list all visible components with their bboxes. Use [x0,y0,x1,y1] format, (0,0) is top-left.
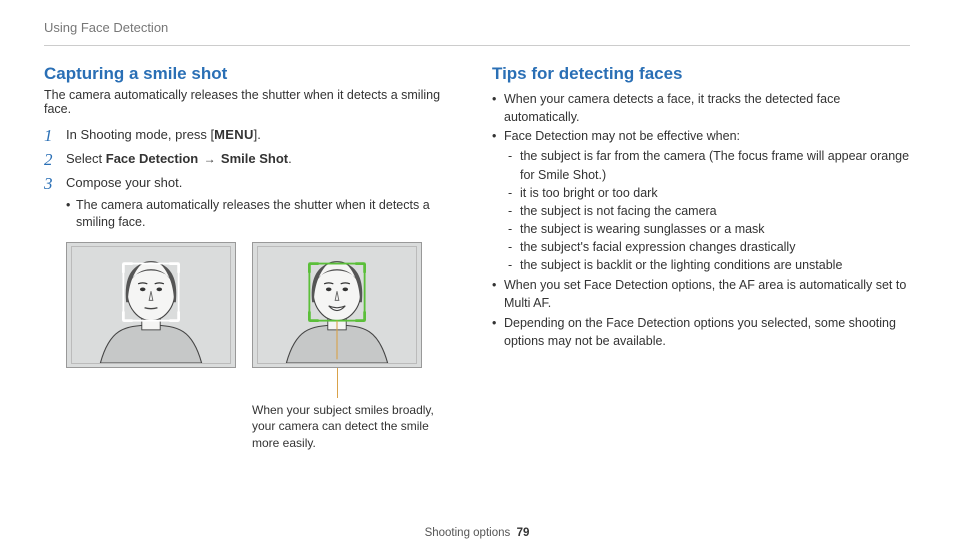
tip-1: When your camera detects a face, it trac… [492,90,910,126]
breadcrumb: Using Face Detection [44,20,910,35]
right-title: Tips for detecting faces [492,64,910,84]
step1-suffix: ]. [254,127,261,142]
step1-prefix: In Shooting mode, press [ [66,127,214,142]
figure-caption: When your subject smiles broadly, your c… [252,402,452,452]
figures-row: When your subject smiles broadly, your c… [66,242,462,452]
tip-3: When you set Face Detection options, the… [492,276,910,312]
menu-button-label: MENU [214,127,253,142]
step2-bold-b: Smile Shot [221,151,288,166]
tips-sublist: the subject is far from the camera (The … [508,147,910,274]
steps-list: In Shooting mode, press [MENU]. Select F… [44,126,462,232]
step3-text: Compose your shot. [66,175,182,190]
footer-section: Shooting options [425,527,511,539]
step2-suffix: . [288,151,292,166]
figure-smile [252,242,422,368]
tip-4: Depending on the Face Detection options … [492,314,910,350]
tip-sub-6: the subject is backlit or the lighting c… [508,256,910,274]
tip-sub-4: the subject is wearing sunglasses or a m… [508,220,910,238]
step-3: Compose your shot. The camera automatica… [44,174,462,231]
tip-sub-5: the subject's facial expression changes … [508,238,910,256]
header-divider [44,45,910,46]
left-title: Capturing a smile shot [44,64,462,84]
footer-page-number: 79 [517,527,530,539]
tip-2-text: Face Detection may not be effective when… [504,129,740,143]
tips-list: When your camera detects a face, it trac… [492,90,910,350]
page-footer: Shooting options 79 [0,527,954,539]
tip-sub-3: the subject is not facing the camera [508,202,910,220]
step2-bold-a: Face Detection [106,151,198,166]
step-1: In Shooting mode, press [MENU]. [44,126,462,144]
left-intro: The camera automatically releases the sh… [44,88,462,116]
tip-2: Face Detection may not be effective when… [492,127,910,274]
tip-sub-1: the subject is far from the camera (The … [508,147,910,183]
step-2: Select Face Detection → Smile Shot. [44,150,462,168]
right-column: Tips for detecting faces When your camer… [492,64,910,462]
step3-sub: The camera automatically releases the sh… [66,197,462,232]
face-smile-icon [258,247,416,363]
figure-neutral [66,242,236,368]
left-column: Capturing a smile shot The camera automa… [44,64,462,462]
arrow-icon: → [198,152,221,166]
step2-prefix: Select [66,151,106,166]
face-neutral-icon [72,247,230,363]
annotation-connector [337,368,338,398]
tip-sub-2: it is too bright or too dark [508,184,910,202]
